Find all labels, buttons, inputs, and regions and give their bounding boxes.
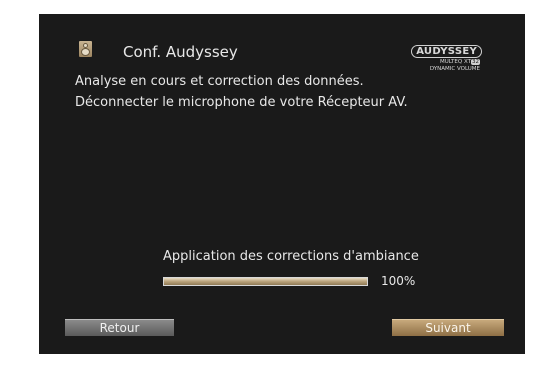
progress-percent: 100%	[381, 274, 416, 288]
setup-screen: Conf. Audyssey AUDYSSEY MULTEQ XT32 DYNA…	[39, 14, 525, 354]
progress-fill	[164, 278, 367, 285]
progress-label: Application des corrections d'ambiance	[163, 249, 419, 264]
page-title: Conf. Audyssey	[123, 43, 238, 61]
back-button[interactable]: Retour	[65, 319, 174, 336]
audyssey-logo: AUDYSSEY MULTEQ XT32 DYNAMIC VOLUME	[396, 39, 482, 73]
speaker-woofer	[81, 48, 90, 56]
logo-brand: AUDYSSEY	[411, 45, 482, 58]
logo-dynamic-volume: DYNAMIC VOLUME	[429, 66, 480, 72]
logo-multeq: MULTEQ XT32	[439, 59, 480, 65]
next-button[interactable]: Suivant	[392, 319, 504, 336]
status-message: Analyse en cours et correction des donné…	[75, 74, 364, 89]
progress-bar	[163, 277, 368, 286]
speaker-icon	[79, 41, 92, 57]
instruction-message: Déconnecter le microphone de votre Récep…	[75, 95, 408, 110]
